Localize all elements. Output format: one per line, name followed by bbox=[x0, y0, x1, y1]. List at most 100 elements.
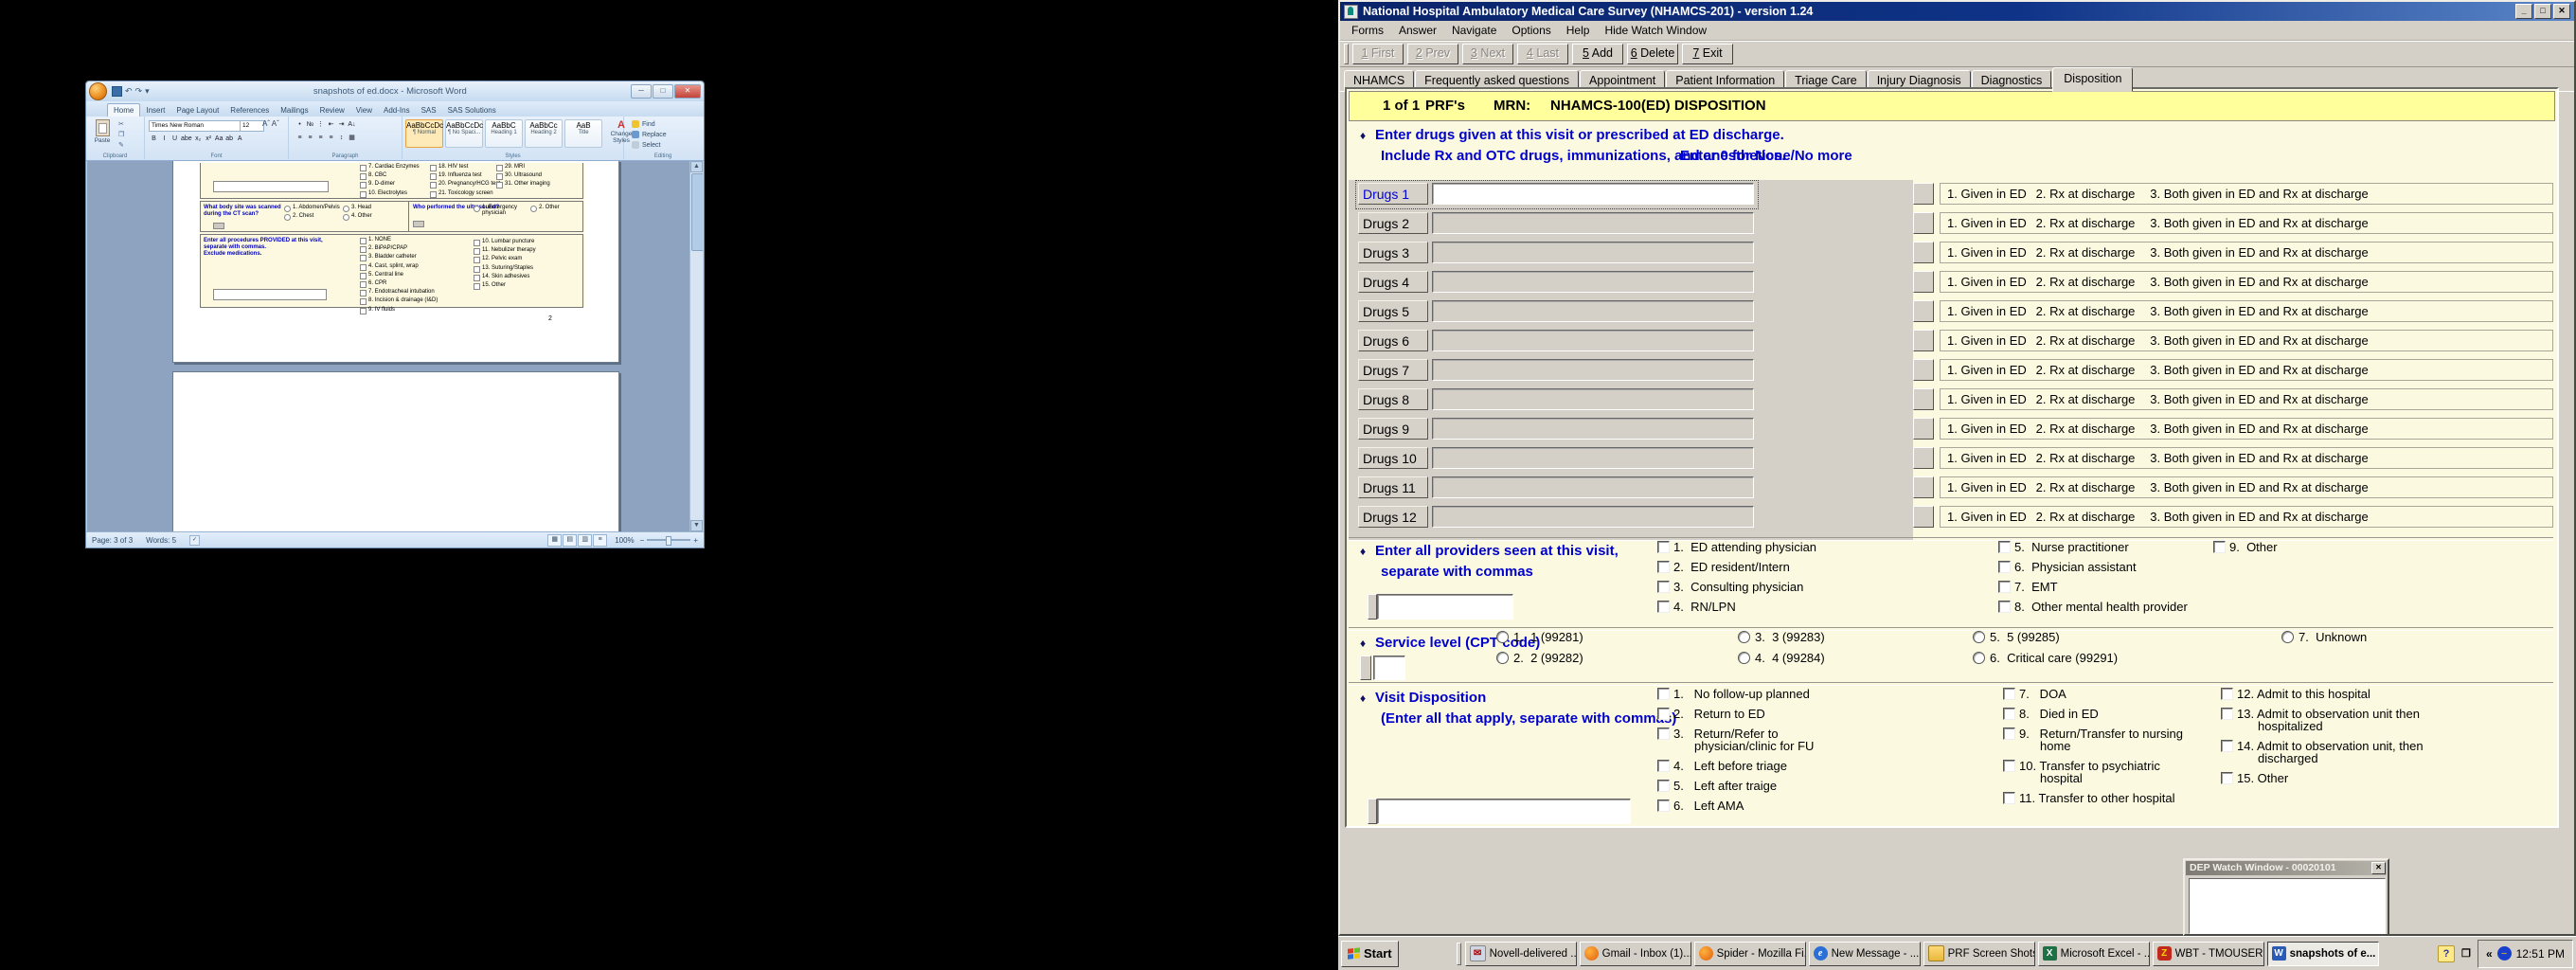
paragraph-tool-icon[interactable]: ↕ bbox=[336, 134, 347, 143]
quicklaunch-icon[interactable] bbox=[1419, 946, 1433, 961]
form-tab[interactable]: Disposition bbox=[2052, 67, 2133, 92]
checkbox-option[interactable]: 1. ED attending physician bbox=[1657, 541, 1816, 553]
checkbox-icon[interactable] bbox=[2003, 708, 2015, 720]
watch-close-icon[interactable]: ✕ bbox=[2371, 862, 2386, 874]
checkbox-option[interactable]: 2. Return to ED bbox=[1657, 708, 1833, 720]
quicklaunch-icon[interactable] bbox=[1437, 946, 1451, 961]
drug-name-input[interactable] bbox=[1432, 506, 1754, 528]
font-format-icon[interactable]: Aa bbox=[214, 134, 224, 145]
radio-icon[interactable] bbox=[1738, 652, 1750, 664]
zoom-level[interactable]: 100% bbox=[615, 536, 634, 545]
drug-option-input[interactable] bbox=[1913, 506, 1934, 528]
radio-icon[interactable] bbox=[1496, 631, 1509, 643]
pulse-tray-icon[interactable]: ∼ bbox=[2497, 946, 2512, 961]
checkbox-icon[interactable] bbox=[1998, 601, 2011, 613]
find-button[interactable]: Find bbox=[632, 120, 667, 128]
style-gallery-item[interactable]: AaBbCcDc ¶ Normal bbox=[405, 119, 443, 148]
cut-icon[interactable]: ✂ bbox=[118, 120, 124, 128]
font-format-icon[interactable]: abe bbox=[180, 134, 193, 145]
style-gallery-item[interactable]: AaBbC Heading 1 bbox=[485, 119, 523, 148]
checkbox-option[interactable]: 1. No follow-up planned bbox=[1657, 688, 1833, 700]
paragraph-tool-icon[interactable]: ⇥ bbox=[336, 120, 347, 130]
checkbox-icon[interactable] bbox=[1657, 799, 1670, 812]
office-button[interactable] bbox=[89, 82, 107, 100]
radio-option[interactable]: 4. 4 (99284) bbox=[1738, 652, 1825, 664]
drug-name-input[interactable] bbox=[1432, 330, 1754, 351]
word-minimize-button[interactable]: ─ bbox=[631, 84, 652, 99]
checkbox-icon[interactable] bbox=[2221, 688, 2233, 700]
taskbar-button[interactable]: W snapshots of e... bbox=[2267, 942, 2379, 966]
scroll-down-icon[interactable]: ▼ bbox=[690, 520, 703, 531]
zoom-out-icon[interactable]: − bbox=[640, 536, 645, 545]
watch-window-title-bar[interactable]: DEP Watch Window - 00020101 ✕ bbox=[2186, 861, 2387, 875]
scrollbar-thumb[interactable] bbox=[691, 173, 703, 251]
zoom-slider[interactable] bbox=[647, 539, 690, 541]
style-gallery-item[interactable]: AaB Title bbox=[564, 119, 602, 148]
checkbox-icon[interactable] bbox=[1657, 541, 1670, 553]
toolbar-button[interactable]: 1 First bbox=[1352, 44, 1404, 64]
menu-item[interactable]: Navigate bbox=[1444, 22, 1504, 39]
checkbox-option[interactable]: 9. Other bbox=[2213, 541, 2281, 553]
checkbox-option[interactable]: 3. Consulting physician bbox=[1657, 581, 1816, 593]
checkbox-option[interactable]: 8. Other mental health provider bbox=[1998, 601, 2188, 613]
checkbox-icon[interactable] bbox=[1657, 760, 1670, 772]
checkbox-option[interactable]: 3. Return/Refer to physician/clinic for … bbox=[1657, 728, 1833, 752]
menu-item[interactable]: Options bbox=[1504, 22, 1558, 39]
font-format-icon[interactable]: ab bbox=[224, 134, 235, 145]
checkbox-icon[interactable] bbox=[2003, 728, 2015, 740]
ribbon-tab[interactable]: Review bbox=[314, 104, 350, 117]
undo-icon[interactable]: ↶ bbox=[125, 86, 133, 97]
font-format-icon[interactable]: A bbox=[235, 134, 245, 145]
checkbox-option[interactable]: 2. ED resident/Intern bbox=[1657, 561, 1816, 573]
font-format-icon[interactable]: U bbox=[170, 134, 180, 145]
drug-name-input[interactable] bbox=[1432, 242, 1754, 263]
ribbon-tab[interactable]: References bbox=[224, 104, 275, 117]
toolbar-button[interactable]: 2 Prev bbox=[1407, 44, 1458, 64]
taskbar-button[interactable]: X Microsoft Excel - ... bbox=[2038, 942, 2150, 966]
replace-button[interactable]: Replace bbox=[632, 131, 667, 138]
radio-icon[interactable] bbox=[2281, 631, 2294, 643]
checkbox-option[interactable]: 12. Admit to this hospital bbox=[2221, 688, 2424, 700]
ribbon-tab[interactable]: SAS Solutions bbox=[442, 104, 502, 117]
paragraph-tool-icon[interactable]: № bbox=[305, 120, 315, 130]
zoom-slider-thumb[interactable] bbox=[666, 536, 671, 546]
checkbox-icon[interactable] bbox=[1998, 561, 2011, 573]
font-format-icon[interactable]: I bbox=[159, 134, 170, 145]
word-maximize-button[interactable]: □ bbox=[653, 84, 673, 99]
checkbox-option[interactable]: 5. Left after traige bbox=[1657, 780, 1833, 792]
checkbox-option[interactable]: 4. RN/LPN bbox=[1657, 601, 1816, 613]
drug-option-input[interactable] bbox=[1913, 212, 1934, 234]
maximize-button[interactable]: □ bbox=[2534, 4, 2551, 19]
drug-name-input[interactable] bbox=[1432, 476, 1754, 498]
ribbon-tab[interactable]: Home bbox=[107, 103, 140, 117]
close-button[interactable]: ✕ bbox=[2553, 4, 2570, 19]
print-layout-view-icon[interactable]: ▦ bbox=[547, 534, 562, 547]
toolbar-grip[interactable] bbox=[1344, 44, 1349, 64]
paragraph-tool-icon[interactable]: • bbox=[295, 120, 305, 130]
disposition-input[interactable] bbox=[1377, 799, 1631, 824]
checkbox-icon[interactable] bbox=[1657, 780, 1670, 792]
radio-option[interactable]: 1. 1 (99281) bbox=[1496, 631, 1583, 643]
paragraph-tool-icon[interactable]: ≡ bbox=[326, 134, 336, 143]
radio-option[interactable]: 7. Unknown bbox=[2281, 631, 2370, 643]
drug-option-input[interactable] bbox=[1913, 183, 1934, 205]
zoom-in-icon[interactable]: + bbox=[693, 536, 698, 545]
ribbon-tab[interactable]: View bbox=[350, 104, 378, 117]
redo-icon[interactable]: ↷ bbox=[135, 86, 143, 97]
checkbox-icon[interactable] bbox=[2221, 772, 2233, 784]
service-level-input[interactable] bbox=[1373, 656, 1405, 680]
checkbox-icon[interactable] bbox=[2221, 740, 2233, 752]
drug-name-input[interactable] bbox=[1432, 447, 1754, 469]
drug-name-input[interactable] bbox=[1432, 183, 1754, 205]
drug-option-input[interactable] bbox=[1913, 418, 1934, 440]
paste-button[interactable]: Paste bbox=[90, 119, 115, 151]
window-restore-tray-icon[interactable]: ❐ bbox=[2459, 946, 2474, 961]
menu-item[interactable]: Answer bbox=[1391, 22, 1444, 39]
style-gallery-item[interactable]: AaBbCc Heading 2 bbox=[525, 119, 563, 148]
save-icon[interactable] bbox=[112, 86, 122, 97]
font-format-icon[interactable]: x² bbox=[204, 134, 214, 145]
checkbox-option[interactable]: 14. Admit to observation unit, then disc… bbox=[2221, 740, 2424, 764]
drug-option-input[interactable] bbox=[1913, 300, 1934, 322]
style-gallery-item[interactable]: AaBbCcDc ¶ No Spaci... bbox=[445, 119, 483, 148]
font-name-select[interactable]: Times New Roman bbox=[149, 120, 242, 132]
